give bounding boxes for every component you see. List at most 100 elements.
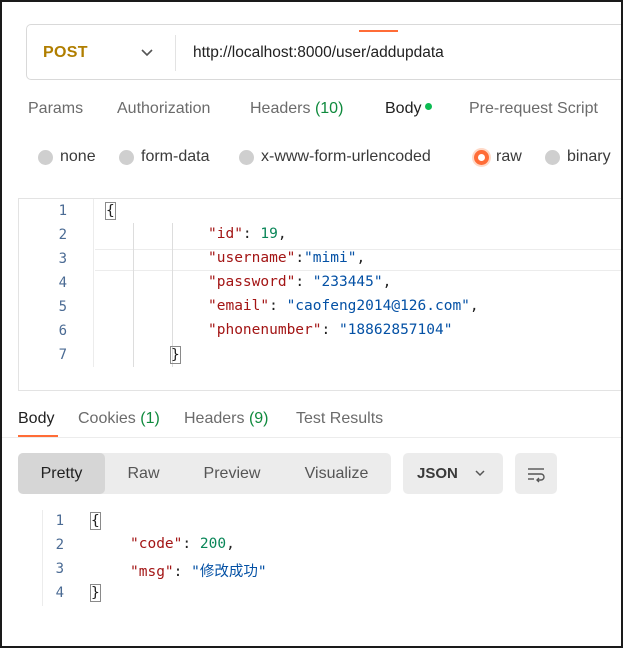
view-visualize-button[interactable]: Visualize — [282, 453, 391, 494]
tab-label: Authorization — [117, 100, 211, 117]
radio-form-data[interactable]: form-data — [119, 148, 209, 166]
tab-body[interactable]: Body — [385, 100, 433, 118]
line-number: 3 — [55, 561, 64, 577]
body-indicator-dot — [425, 103, 433, 111]
line-number: 3 — [58, 251, 67, 267]
tab-cookies[interactable]: Cookies (1) — [78, 410, 160, 428]
body-type-radios: none form-data x-www-form-urlencoded raw… — [38, 148, 621, 172]
view-raw-button[interactable]: Raw — [105, 453, 182, 494]
method-select[interactable]: POST — [43, 25, 88, 81]
code-line: } — [170, 346, 181, 364]
close-brace: } — [170, 346, 181, 364]
json-comma: , — [469, 298, 479, 314]
open-brace: { — [105, 202, 116, 220]
radio-none[interactable]: none — [38, 148, 96, 166]
line-number: 2 — [58, 227, 67, 243]
tab-label: Params — [28, 100, 84, 117]
json-key: "email" — [208, 298, 270, 314]
json-separator: : — [182, 536, 200, 552]
json-comma: , — [356, 250, 366, 266]
indent-guide — [133, 223, 134, 367]
json-separator: : — [321, 322, 339, 338]
json-value: "mimi" — [304, 250, 357, 266]
tab-headers[interactable]: Headers (10) — [250, 100, 343, 118]
tab-response-body[interactable]: Body — [18, 410, 54, 428]
response-tabs-divider — [2, 437, 621, 438]
chevron-down-icon — [475, 470, 485, 477]
json-key: "msg" — [130, 564, 174, 580]
code-line: { — [90, 512, 101, 530]
code-line: "password": "233445", — [208, 274, 391, 290]
tab-label: Body — [18, 410, 55, 427]
app-frame: POST http://localhost:8000/user/addupdat… — [0, 0, 623, 648]
json-separator: : — [173, 564, 192, 580]
code-line: } — [90, 584, 101, 602]
view-pretty-button[interactable]: Pretty — [18, 453, 105, 494]
tab-label: Headers — [184, 410, 245, 427]
line-number: 5 — [58, 299, 67, 315]
response-view-switcher: Pretty Raw Preview Visualize — [18, 453, 391, 494]
radio-label: binary — [567, 148, 611, 165]
tab-params[interactable]: Params — [28, 100, 83, 118]
json-separator: : — [295, 274, 313, 290]
code-line: { — [105, 202, 116, 220]
tab-response-headers[interactable]: Headers (9) — [184, 410, 269, 428]
radio-binary[interactable]: binary — [545, 148, 611, 166]
response-format-select[interactable]: JSON — [403, 453, 503, 494]
line-number: 2 — [55, 537, 64, 553]
radio-circle[interactable] — [119, 149, 134, 165]
json-value: "caofeng2014@126.com" — [286, 298, 470, 314]
chevron-down-icon[interactable] — [139, 44, 155, 60]
json-key: "code" — [130, 536, 183, 552]
tab-label: Test Results — [296, 410, 384, 427]
code-line: "phonenumber": "18862857104" — [208, 322, 452, 338]
json-value: "修改成功" — [191, 564, 267, 580]
code-line: "code": 200, — [130, 536, 235, 552]
url-divider — [175, 35, 176, 71]
line-number: 4 — [58, 275, 67, 291]
tab-label: Cookies — [78, 410, 136, 427]
line-number: 6 — [58, 323, 67, 339]
tab-label: Headers — [250, 100, 311, 117]
code-line: "username":"mimi", — [208, 250, 365, 266]
json-comma: , — [226, 536, 235, 552]
radio-circle-selected[interactable] — [474, 149, 489, 165]
radio-circle[interactable] — [239, 149, 254, 165]
radio-label: raw — [496, 148, 522, 165]
tab-test-results[interactable]: Test Results — [296, 410, 383, 428]
json-key: "username" — [208, 250, 296, 266]
radio-x-www-form-urlencoded[interactable]: x-www-form-urlencoded — [239, 148, 431, 166]
json-separator: : — [242, 226, 261, 242]
tab-label: Body — [385, 100, 422, 117]
response-format-label: JSON — [417, 465, 458, 482]
radio-circle[interactable] — [38, 149, 53, 165]
tab-pre-request-script[interactable]: Pre-request Script — [469, 100, 598, 118]
json-value: 200 — [199, 536, 227, 552]
response-tabs: Body Cookies (1) Headers (9) Test Result… — [18, 410, 618, 436]
line-number: 1 — [58, 203, 67, 219]
radio-label: none — [60, 148, 96, 165]
wrap-lines-button[interactable] — [515, 453, 557, 494]
line-number: 1 — [55, 513, 64, 529]
tab-count: (1) — [140, 410, 160, 427]
tab-count: (10) — [314, 100, 344, 117]
radio-circle[interactable] — [545, 149, 560, 165]
request-body-editor[interactable]: 1 2 3 4 5 6 7 { "id": 19, "username":"mi… — [18, 198, 621, 391]
json-key: "phonenumber" — [208, 322, 322, 338]
json-key: "id" — [208, 226, 243, 242]
tab-label: Pre-request Script — [469, 100, 598, 117]
tab-authorization[interactable]: Authorization — [117, 100, 210, 118]
editor-gutter-divider — [93, 199, 94, 367]
close-brace: } — [90, 584, 101, 602]
json-comma: , — [382, 274, 392, 290]
active-tab-underline — [359, 30, 398, 32]
json-comma: , — [277, 226, 287, 242]
view-preview-button[interactable]: Preview — [182, 453, 282, 494]
request-tabs: Params Authorization Headers (10) Body P… — [28, 100, 621, 128]
json-key: "password" — [208, 274, 296, 290]
json-value: "18862857104" — [338, 322, 453, 338]
json-value: 19 — [260, 226, 278, 242]
url-input[interactable]: http://localhost:8000/user/addupdata — [193, 25, 444, 81]
radio-raw[interactable]: raw — [474, 148, 522, 166]
code-line: "msg": "修改成功" — [130, 560, 267, 581]
